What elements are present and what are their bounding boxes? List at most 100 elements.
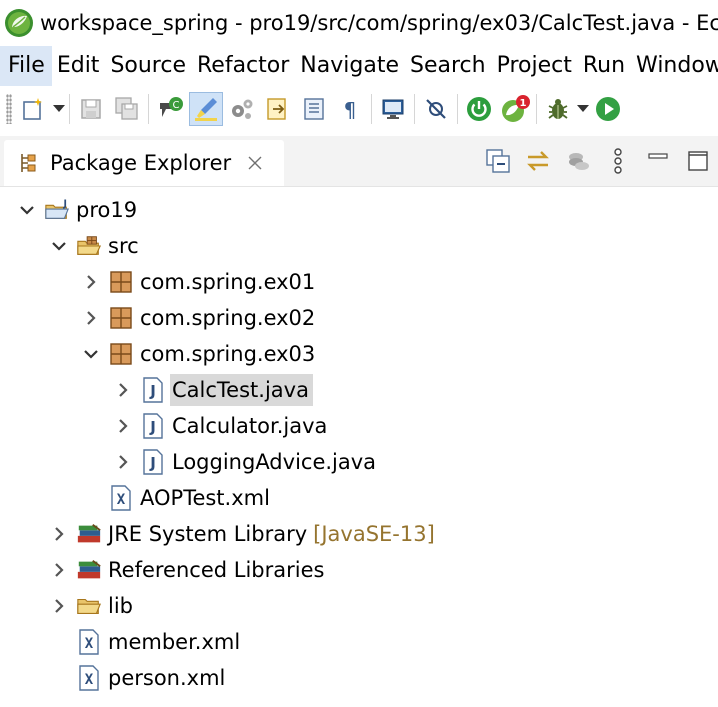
view-toolbar — [478, 136, 718, 186]
spring-bean-icon: C — [160, 97, 183, 117]
gears-button[interactable] — [225, 92, 259, 126]
new-file-icon — [23, 98, 42, 120]
toolbar-separator — [536, 94, 537, 124]
tab-package-explorer[interactable]: Package Explorer — [4, 140, 284, 186]
tree-item-package[interactable]: com.spring.ex02 — [80, 300, 319, 336]
tree-item-package[interactable]: com.spring.ex03 — [80, 336, 319, 372]
show-whitespace-button[interactable]: ¶ — [333, 92, 367, 126]
maximize-icon — [688, 151, 708, 171]
tree-item-src[interactable]: src — [48, 228, 143, 264]
menu-navigate[interactable]: Navigate — [295, 46, 405, 86]
tree-item-folder[interactable]: lib — [48, 588, 137, 624]
pilcrow-icon: ¶ — [344, 98, 357, 122]
tree-label: JRE System Library — [108, 522, 308, 546]
triangle-down-icon — [577, 105, 589, 112]
collapse-all-button[interactable] — [480, 143, 516, 179]
open-type-button[interactable] — [261, 92, 295, 126]
tree-item-jre-library[interactable]: JRE System Library [JavaSE-13] — [48, 516, 435, 552]
menu-refactor[interactable]: Refactor — [192, 46, 295, 86]
svg-text:X: X — [117, 492, 126, 508]
view-menu-button[interactable] — [600, 143, 636, 179]
save-all-button[interactable] — [110, 92, 144, 126]
tree-item-xml-file[interactable]: X person.xml — [48, 660, 229, 696]
skip-breakpoints-button[interactable] — [419, 92, 453, 126]
notification-badge: 1 — [520, 98, 527, 109]
tree-label: person.xml — [108, 666, 226, 690]
spring-boot-dashboard-button[interactable] — [462, 92, 496, 126]
menu-search[interactable]: Search — [405, 46, 492, 86]
debug-button[interactable] — [541, 92, 575, 126]
chevron-right-icon[interactable] — [80, 271, 102, 293]
chevron-right-icon[interactable] — [48, 559, 70, 581]
new-wizard-button[interactable] — [17, 92, 51, 126]
java-file-icon: J — [140, 413, 166, 439]
tree-item-project[interactable]: J pro19 — [16, 192, 141, 228]
minimize-icon — [648, 153, 668, 159]
run-button[interactable] — [591, 92, 625, 126]
svg-text:J: J — [149, 418, 156, 436]
chevron-right-icon[interactable] — [112, 379, 134, 401]
highlight-text-button[interactable] — [189, 92, 223, 126]
spring-tool-suite-icon — [5, 9, 33, 37]
power-icon — [467, 97, 491, 121]
tree-item-java-file[interactable]: J LoggingAdvice.java — [112, 444, 380, 480]
debug-dropdown[interactable] — [576, 92, 590, 126]
package-explorer-icon — [21, 154, 36, 172]
link-with-editor-button[interactable] — [520, 143, 556, 179]
tree-item-referenced-libraries[interactable]: Referenced Libraries — [48, 552, 328, 588]
tree-label: com.spring.ex02 — [140, 306, 316, 330]
title-bar: workspace_spring - pro19/src/com/spring/… — [0, 0, 718, 46]
svg-text:X: X — [85, 636, 94, 652]
gears-icon — [232, 99, 253, 119]
toolbar-grip[interactable] — [6, 94, 12, 124]
package-icon — [108, 341, 134, 367]
bug-icon — [548, 99, 568, 119]
view-tab-bar: Package Explorer — [0, 136, 718, 187]
menu-project[interactable]: Project — [492, 46, 578, 86]
toolbar-separator — [457, 94, 458, 124]
menu-run[interactable]: Run — [578, 46, 631, 86]
source-folder-icon — [76, 233, 102, 259]
chevron-right-icon[interactable] — [80, 307, 102, 329]
tree-label: com.spring.ex01 — [140, 270, 316, 294]
chevron-down-icon[interactable] — [80, 343, 102, 365]
chevron-down-icon[interactable] — [16, 199, 38, 221]
tree-item-java-file[interactable]: J CalcTest.java — [112, 372, 313, 408]
chevron-right-icon[interactable] — [112, 451, 134, 473]
new-wizard-dropdown[interactable] — [52, 92, 66, 126]
tree-label: src — [108, 234, 139, 258]
menu-file[interactable]: File — [0, 46, 52, 86]
close-icon[interactable] — [245, 153, 265, 173]
open-task-button[interactable] — [297, 92, 331, 126]
skip-breakpoints-icon — [426, 99, 446, 119]
package-explorer-tree: J pro19 src com.spring.ex01 com.spring.e… — [0, 187, 718, 707]
spring-resources-button[interactable] — [560, 143, 596, 179]
menu-edit[interactable]: Edit — [52, 46, 106, 86]
chevron-right-icon[interactable] — [48, 523, 70, 545]
link-with-editor-icon — [527, 151, 549, 171]
new-spring-bean-button[interactable]: C — [153, 92, 187, 126]
save-button[interactable] — [74, 92, 108, 126]
xml-file-icon: X — [76, 665, 102, 691]
chevron-right-icon[interactable] — [112, 415, 134, 437]
menu-window[interactable]: Window — [631, 46, 718, 86]
terminal-button[interactable] — [376, 92, 410, 126]
tree-item-xml-file[interactable]: X AOPTest.xml — [80, 480, 274, 516]
chevron-right-icon[interactable] — [48, 595, 70, 617]
tree-item-package[interactable]: com.spring.ex01 — [80, 264, 319, 300]
chevron-down-icon[interactable] — [48, 235, 70, 257]
menu-source[interactable]: Source — [105, 46, 192, 86]
stack-icon — [569, 153, 589, 170]
menu-bar: File Edit Source Refactor Navigate Searc… — [0, 46, 718, 86]
tree-item-xml-file[interactable]: X member.xml — [48, 624, 244, 660]
xml-file-icon: X — [76, 629, 102, 655]
spring-notifications-button[interactable]: 1 — [498, 92, 532, 126]
library-icon — [76, 521, 102, 547]
jre-version-decoration: [JavaSE-13] — [313, 522, 435, 546]
minimize-button[interactable] — [640, 143, 676, 179]
svg-text:J: J — [149, 454, 156, 472]
maximize-button[interactable] — [680, 143, 716, 179]
tree-item-java-file[interactable]: J Calculator.java — [112, 408, 331, 444]
